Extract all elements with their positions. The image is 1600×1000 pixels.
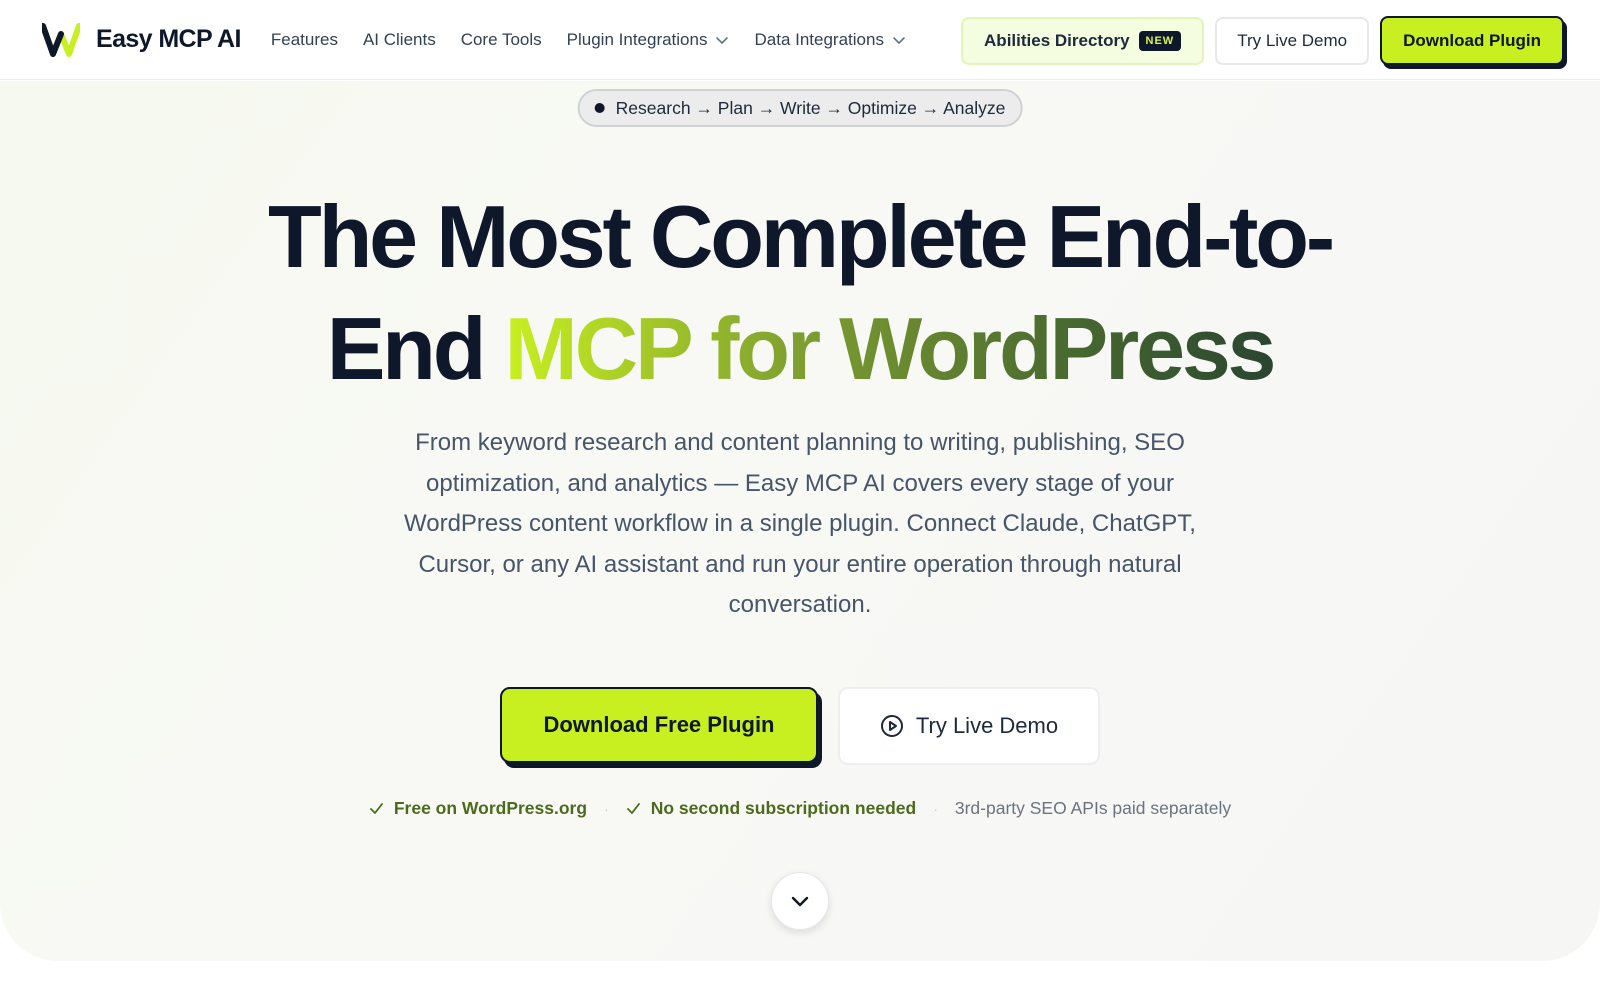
trust-item-free: Free on WordPress.org: [369, 798, 587, 819]
headline-accent-text: MCP for WordPress: [504, 299, 1277, 398]
hero-description: From keyword research and content planni…: [404, 429, 1196, 618]
check-icon: [626, 803, 640, 814]
nav-item-data-integrations[interactable]: Data Integrations: [754, 30, 905, 50]
trust-item-seo-apis: 3rd-party SEO APIs paid separately: [954, 798, 1232, 818]
hero-headline: The Most Complete End-to- End MCP for Wo…: [0, 181, 1600, 405]
hero-cta-group: Download Free Plugin Try Live Demo: [0, 687, 1600, 765]
workflow-pill-text: Research → Plan → Write → Optimize → Ana…: [615, 97, 1006, 118]
trust-item-label: Free on WordPress.org: [393, 798, 588, 818]
headline-line-1: The Most Complete End-to-: [268, 187, 1335, 286]
nav-item-label: Features: [270, 29, 338, 49]
chevron-down-icon: [791, 896, 809, 907]
hero-section: Research → Plan → Write → Optimize → Ana…: [0, 81, 1600, 961]
download-plugin-nav-label: Download Plugin: [1403, 30, 1541, 50]
download-plugin-nav-button[interactable]: Download Plugin: [1380, 16, 1564, 65]
check-icon: [369, 803, 383, 814]
nav-item-label: Data Integrations: [754, 29, 884, 49]
new-badge: NEW: [1138, 30, 1182, 51]
try-live-demo-hero-label: Try Live Demo: [915, 713, 1059, 738]
try-live-demo-nav-label: Try Live Demo: [1237, 30, 1348, 50]
chevron-down-icon: [893, 36, 905, 44]
trust-item-label: No second subscription needed: [650, 798, 917, 818]
abilities-directory-button[interactable]: Abilities Directory NEW: [961, 16, 1205, 65]
nav-item-features[interactable]: Features: [271, 30, 338, 50]
nav-item-label: Plugin Integrations: [566, 29, 708, 49]
separator-dot: ·: [604, 800, 609, 817]
headline-plain-text: End: [326, 299, 505, 398]
download-free-plugin-button[interactable]: Download Free Plugin: [500, 687, 818, 763]
brand-logo-link[interactable]: Easy MCP AI: [42, 22, 241, 57]
bullet-dot-icon: [594, 103, 605, 113]
main-menu: Features AI Clients Core Tools Plugin In…: [271, 30, 931, 50]
trust-indicators: Free on WordPress.org · No second subscr…: [0, 798, 1600, 819]
download-free-plugin-label: Download Free Plugin: [543, 712, 775, 737]
nav-item-label: Core Tools: [460, 29, 542, 49]
nav-item-ai-clients[interactable]: AI Clients: [363, 30, 436, 50]
nav-item-label: AI Clients: [362, 29, 436, 49]
headline-line-2: End MCP for WordPress: [0, 293, 1600, 405]
nav-item-plugin-integrations[interactable]: Plugin Integrations: [567, 30, 730, 50]
nav-actions: Abilities Directory NEW Try Live Demo Do…: [961, 16, 1564, 65]
top-navigation: Easy MCP AI Features AI Clients Core Too…: [0, 0, 1600, 80]
try-live-demo-nav-button[interactable]: Try Live Demo: [1215, 16, 1370, 65]
easy-mcp-logo-icon: [42, 22, 80, 57]
abilities-directory-label: Abilities Directory: [984, 30, 1130, 50]
try-live-demo-hero-button[interactable]: Try Live Demo: [838, 687, 1100, 765]
scroll-down-button[interactable]: [771, 872, 829, 930]
play-circle-icon: [880, 715, 903, 737]
separator-dot: ·: [933, 800, 938, 817]
workflow-pill: Research → Plan → Write → Optimize → Ana…: [577, 89, 1023, 127]
chevron-down-icon: [716, 36, 729, 44]
nav-item-core-tools[interactable]: Core Tools: [461, 30, 542, 50]
brand-name: Easy MCP AI: [96, 25, 241, 53]
trust-item-no-subscription: No second subscription needed: [626, 798, 916, 819]
